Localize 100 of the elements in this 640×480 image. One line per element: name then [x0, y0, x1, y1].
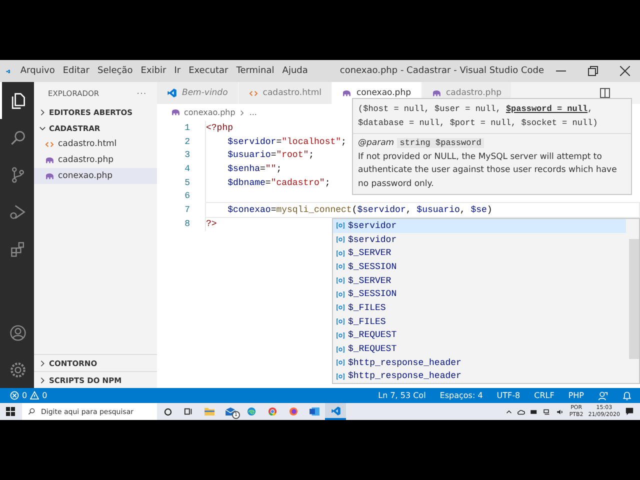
- suggestion-item[interactable]: $http_response_header: [333, 370, 626, 384]
- circle-icon: [164, 408, 172, 416]
- elephant-icon: [45, 156, 54, 164]
- menu-item[interactable]: Exibir: [140, 66, 166, 76]
- menu-item[interactable]: Executar: [188, 66, 228, 76]
- run-debug-icon: [9, 202, 27, 220]
- signature-text: ,: [588, 104, 593, 114]
- editor-tab[interactable]: Bem-vindo: [157, 82, 239, 104]
- code-line: $servidor="localhost";: [226, 136, 346, 147]
- menu-item[interactable]: Ajuda: [282, 66, 308, 76]
- code-line: $senha="";: [226, 164, 282, 174]
- battery-icon[interactable]: [530, 408, 538, 414]
- browser-icon: [247, 407, 256, 416]
- split-editor-icon[interactable]: [600, 88, 610, 98]
- warning-icon: [30, 391, 40, 400]
- close-icon[interactable]: [620, 66, 630, 76]
- status-item[interactable]: PHP: [568, 391, 584, 400]
- document-icon: [309, 407, 320, 416]
- menu-item[interactable]: Ir: [174, 66, 181, 76]
- feedback-icon[interactable]: [598, 390, 608, 400]
- scrollbar[interactable]: [629, 239, 639, 359]
- param-tag: @param: [358, 138, 394, 148]
- error-count: 0: [22, 391, 28, 400]
- file-name: cadastro.html: [58, 139, 117, 149]
- breadcrumb-item[interactable]: ...: [249, 108, 257, 117]
- variable-icon: [336, 304, 345, 312]
- suggestion-item[interactable]: $servidor: [333, 232, 626, 246]
- suggestion-item[interactable]: $servidor: [333, 219, 626, 233]
- bell-icon[interactable]: [622, 390, 632, 400]
- variable-icon: [336, 222, 345, 230]
- notification-icon[interactable]: [625, 407, 634, 416]
- branch-icon: [9, 166, 27, 184]
- menu-item[interactable]: Seleção: [98, 66, 133, 76]
- suggestion-item[interactable]: $_FILES: [333, 314, 626, 328]
- line-number: 5: [184, 178, 191, 188]
- warning-count: 0: [42, 391, 48, 400]
- status-item[interactable]: Ln 7, 53 Col: [378, 391, 426, 400]
- variable-icon: [336, 236, 345, 244]
- code-line: ?>: [206, 218, 217, 229]
- suggestion-item[interactable]: $_REQUEST: [333, 342, 626, 356]
- signature-text: ($host = null, $user = null,: [358, 104, 502, 114]
- variable-icon: [336, 318, 345, 326]
- error-icon: [10, 391, 19, 400]
- file-name: conexao.php: [58, 171, 113, 181]
- elephant-icon: [171, 109, 180, 116]
- code-editor-logo-icon: [167, 88, 177, 98]
- code-line: $conexao=mysqli_connect($servidor, $usuario, $se): [226, 204, 492, 215]
- line-number: 4: [184, 164, 191, 174]
- code-editor-logo-icon: [330, 406, 340, 416]
- search-icon: [28, 408, 35, 415]
- file-name: cadastro.php: [58, 155, 114, 165]
- browser-icon: [289, 407, 298, 416]
- code-line: <?php: [206, 122, 234, 133]
- active-parameter: $password = null: [506, 104, 588, 114]
- status-item[interactable]: UTF-8: [496, 391, 520, 400]
- suggestion-item[interactable]: $_SERVER: [333, 246, 626, 260]
- speaker-icon[interactable]: [556, 408, 564, 414]
- menu-item[interactable]: Terminal: [236, 66, 274, 76]
- line-number: 6: [184, 191, 191, 202]
- suggestion-item[interactable]: $_FILES: [333, 301, 626, 315]
- line-number: 3: [184, 150, 191, 160]
- task-view-icon: [184, 407, 193, 416]
- chevron-icon: [239, 110, 246, 116]
- line-number: 1: [184, 122, 191, 133]
- variable-icon: [336, 263, 345, 270]
- suggestion-item[interactable]: $_SESSION: [333, 287, 626, 302]
- suggestion-item[interactable]: $_REQUEST: [333, 328, 626, 342]
- windows-logo-icon[interactable]: [6, 407, 15, 416]
- suggestion-item[interactable]: $_SESSION: [333, 260, 626, 274]
- extensions-icon: [9, 240, 27, 258]
- variable-icon: [336, 359, 345, 366]
- html-file-icon: [248, 90, 258, 96]
- elephant-icon: [432, 90, 441, 96]
- caret-icon[interactable]: [506, 408, 512, 414]
- menu-item[interactable]: Arquivo: [20, 66, 55, 76]
- window-title: conexao.php - Cadastrar - Visual Studio Code: [340, 66, 544, 76]
- variable-icon: [336, 250, 345, 257]
- breadcrumb-item[interactable]: conexao.php: [184, 108, 236, 117]
- param-type: string $password: [396, 138, 484, 148]
- browser-icon: [268, 407, 277, 416]
- line-number: 8: [184, 218, 191, 229]
- file-item[interactable]: conexao.php: [34, 168, 157, 184]
- variable-icon: [336, 290, 345, 298]
- parameter-description: If not provided or NULL, the MySQL server will attempt to authenticate the user against those user records which have no password only.: [358, 150, 618, 190]
- suggestion-item[interactable]: $_SERVER: [333, 274, 626, 288]
- account-icon: [9, 324, 27, 342]
- menu-item[interactable]: Editar: [62, 66, 90, 76]
- editor-tab[interactable]: cadastro.html: [238, 82, 332, 104]
- network-icon[interactable]: [543, 408, 552, 414]
- file-item[interactable]: cadastro.php: [34, 152, 157, 168]
- file-item[interactable]: cadastro.html: [34, 136, 157, 152]
- problems-button[interactable]: 0 0: [10, 391, 48, 400]
- cloud-icon[interactable]: [517, 408, 526, 414]
- suggestion-item[interactable]: $http_response_header: [333, 356, 626, 370]
- status-item[interactable]: CRLF: [534, 391, 554, 400]
- status-item[interactable]: Espaços: 4: [440, 391, 483, 400]
- line-number: 7: [184, 204, 191, 215]
- code-line: $usuario="root";: [226, 150, 314, 160]
- variable-icon: [336, 346, 345, 353]
- restore-icon[interactable]: [588, 66, 598, 76]
